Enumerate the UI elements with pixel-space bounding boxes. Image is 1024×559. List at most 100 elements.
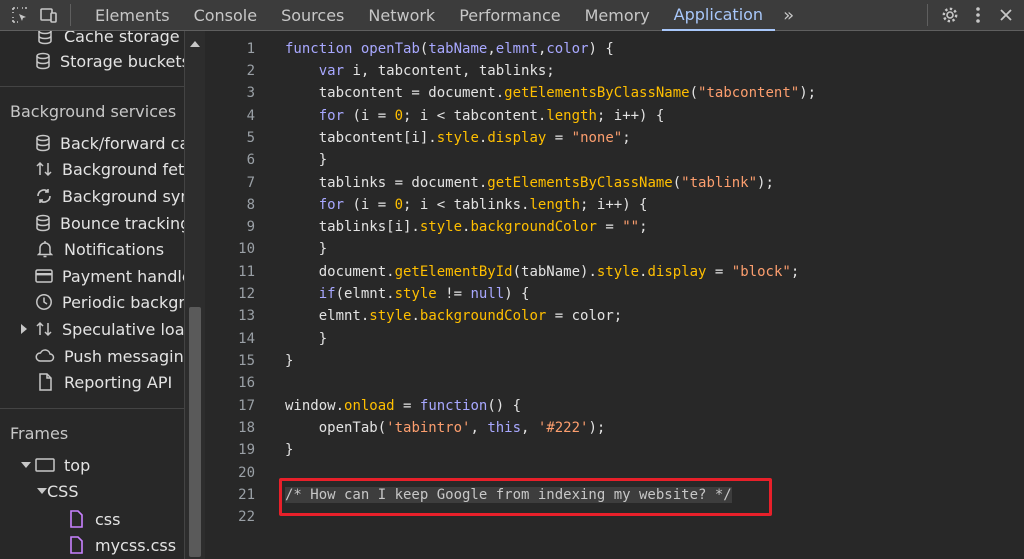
sidebar-item-label: css bbox=[95, 509, 121, 529]
code-keyword: function bbox=[285, 41, 353, 57]
more-tabs-button[interactable]: » bbox=[775, 5, 802, 26]
line-number: 1 bbox=[246, 41, 255, 57]
code-param: tabName bbox=[428, 41, 488, 57]
code-string: "none" bbox=[571, 130, 623, 146]
line-number: 13 bbox=[238, 308, 255, 324]
line-number: 7 bbox=[246, 175, 255, 191]
sidebar-item-label: mycss.css bbox=[95, 535, 177, 555]
sidebar-item-label: Background sync bbox=[62, 186, 184, 206]
code-keyword: this bbox=[487, 420, 522, 436]
tab-application[interactable]: Application bbox=[661, 0, 776, 31]
code-keyword: null bbox=[470, 286, 505, 302]
code-text: (tabName). bbox=[512, 264, 597, 280]
code-line: 17 window.onload = function() { bbox=[205, 395, 1024, 417]
sidebar-item-background-fetch[interactable]: Background fetch bbox=[0, 156, 184, 182]
sidebar-item-label: Background fetch bbox=[62, 159, 184, 179]
collapse-arrow-icon[interactable] bbox=[37, 488, 47, 494]
sidebar-item-push-messaging[interactable]: Push messaging bbox=[0, 343, 184, 369]
line-number: 9 bbox=[246, 219, 255, 235]
code-line: 9 tablinks[i].style.backgroundColor = ""… bbox=[205, 216, 1024, 238]
code-text: i, tabcontent, tablinks; bbox=[344, 63, 555, 79]
sidebar-item-periodic-background-sync[interactable]: Periodic background sync bbox=[0, 289, 184, 315]
code-property: display bbox=[487, 130, 547, 146]
code-keyword: for bbox=[318, 108, 345, 124]
line-number: 22 bbox=[238, 509, 255, 525]
sidebar-item-label: Back/forward cache bbox=[60, 133, 184, 153]
tab-performance[interactable]: Performance bbox=[447, 0, 572, 31]
line-number: 14 bbox=[238, 331, 255, 347]
more-vert-icon[interactable] bbox=[964, 0, 992, 31]
code-keyword: for bbox=[318, 197, 345, 213]
tab-elements[interactable]: Elements bbox=[83, 0, 182, 31]
sidebar-scrollbar[interactable] bbox=[184, 31, 205, 559]
scroll-up-icon[interactable] bbox=[190, 41, 200, 47]
device-toolbar-icon[interactable] bbox=[34, 0, 62, 31]
line-number: 17 bbox=[238, 398, 255, 414]
line-number: 2 bbox=[246, 63, 255, 79]
code-property: style bbox=[419, 219, 463, 235]
sidebar-item-label: Bounce tracking mitigations bbox=[60, 213, 184, 233]
code-line: 12 if(elmnt.style != null) { bbox=[205, 283, 1024, 305]
sidebar-item-back-forward-cache[interactable]: Back/forward cache bbox=[0, 130, 184, 156]
sidebar-item-notifications[interactable]: Notifications bbox=[0, 236, 184, 262]
refresh-icon bbox=[35, 186, 53, 206]
sidebar-item-label: top bbox=[64, 455, 91, 475]
code-property: backgroundColor bbox=[419, 308, 547, 324]
tab-sources[interactable]: Sources bbox=[269, 0, 356, 31]
tab-console[interactable]: Console bbox=[182, 0, 270, 31]
expand-arrow-icon[interactable] bbox=[21, 324, 27, 334]
sidebar-item-reporting-api[interactable]: Reporting API bbox=[0, 369, 184, 395]
cloud-icon bbox=[35, 346, 55, 366]
code-text: = bbox=[394, 398, 420, 414]
code-text: != bbox=[436, 286, 471, 302]
sidebar-item-bounce-tracking[interactable]: Bounce tracking mitigations bbox=[0, 210, 184, 236]
code-method: getElementsByClassName bbox=[504, 85, 690, 101]
code-property: style bbox=[394, 286, 437, 302]
frame-file-mycss[interactable]: mycss.css bbox=[0, 532, 184, 558]
inspect-element-icon[interactable] bbox=[6, 0, 34, 31]
sidebar-item-background-sync[interactable]: Background sync bbox=[0, 183, 184, 209]
sidebar-item-storage-buckets[interactable]: Storage buckets bbox=[0, 48, 184, 74]
code-property: length bbox=[546, 108, 597, 124]
frame-top[interactable]: top bbox=[0, 452, 184, 478]
gear-icon[interactable] bbox=[936, 0, 964, 31]
application-sidebar: Cache storage Storage buckets Background… bbox=[0, 31, 184, 559]
collapse-arrow-icon[interactable] bbox=[21, 462, 31, 468]
line-number: 8 bbox=[246, 197, 255, 213]
code-text: ) { bbox=[504, 286, 530, 302]
database-icon bbox=[35, 213, 51, 233]
source-editor[interactable]: 1 function openTab(tabName,elmnt,color) … bbox=[205, 31, 1024, 559]
frame-file-css[interactable]: css bbox=[0, 506, 184, 532]
section-divider bbox=[0, 408, 184, 409]
code-keyword: if bbox=[318, 286, 336, 302]
code-text: tabcontent = document. bbox=[318, 85, 505, 101]
code-line: 13 elmnt.style.backgroundColor = color; bbox=[205, 305, 1024, 327]
code-text: window. bbox=[285, 398, 345, 414]
sidebar-item-speculative-loads[interactable]: Speculative loads bbox=[0, 316, 184, 342]
tab-memory[interactable]: Memory bbox=[573, 0, 662, 31]
line-number: 4 bbox=[246, 108, 255, 124]
sync-arrows-icon bbox=[35, 319, 53, 339]
code-line: 2 var i, tabcontent, tablinks; bbox=[205, 60, 1024, 82]
code-keyword: var bbox=[318, 63, 345, 79]
line-number: 11 bbox=[238, 264, 255, 280]
sidebar-item-label: Speculative loads bbox=[62, 319, 184, 339]
frame-css[interactable]: CSS bbox=[0, 478, 184, 504]
line-number: 16 bbox=[238, 375, 255, 391]
sidebar-item-label: Push messaging bbox=[64, 346, 184, 366]
code-line: 5 tabcontent[i].style.display = "none"; bbox=[205, 127, 1024, 149]
code-keyword: function bbox=[419, 398, 488, 414]
code-property: style bbox=[436, 130, 479, 146]
code-text: (elmnt. bbox=[335, 286, 395, 302]
code-method: getElementById bbox=[394, 264, 513, 280]
clock-icon bbox=[35, 292, 53, 312]
close-icon[interactable] bbox=[992, 0, 1020, 31]
sidebar-item-cache-storage[interactable]: Cache storage bbox=[0, 31, 184, 49]
code-string: 'tabintro' bbox=[386, 420, 471, 436]
code-line: 7 tablinks = document.getElementsByClass… bbox=[205, 172, 1024, 194]
sidebar-item-label: Periodic background sync bbox=[62, 292, 184, 312]
code-line: 19 } bbox=[205, 439, 1024, 461]
scrollbar-thumb[interactable] bbox=[189, 307, 201, 557]
sidebar-item-payment-handler[interactable]: Payment handler bbox=[0, 263, 184, 289]
tab-network[interactable]: Network bbox=[356, 0, 447, 31]
